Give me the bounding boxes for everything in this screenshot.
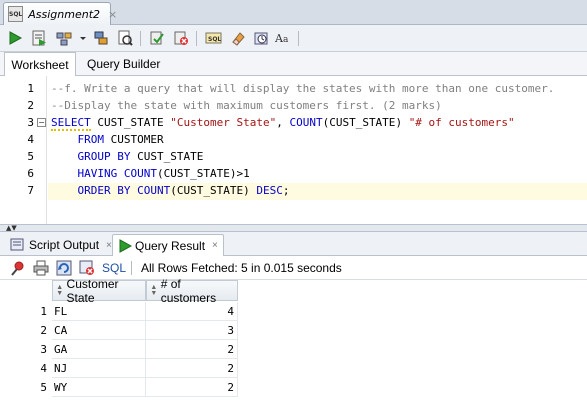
toolbar-separator [131, 261, 132, 275]
cancel-query-icon[interactable] [78, 259, 96, 277]
result-grid[interactable]: ▲ ▼ Customer State ▲ ▼ # of customers 1 FL 4… [0, 277, 587, 407]
line-number: 5 [27, 150, 34, 163]
svg-text:SQL: SQL [208, 36, 221, 43]
column-header-label: # of customers [160, 276, 217, 305]
code-line-4: FROM CUSTOMER [77, 133, 164, 146]
toolbar-separator [140, 31, 141, 46]
panel-splitter[interactable]: ▲▼ [0, 224, 587, 232]
sql-file-icon: SQL [8, 6, 24, 22]
worksheet-toolbar: SQL Aa [0, 25, 587, 52]
code-line-3: SELECT CUST_STATE "Customer State", COUN… [51, 116, 515, 129]
row-number: 2 [40, 324, 47, 337]
document-tab-strip: SQL Assignment2 × [0, 0, 587, 25]
row-number: 5 [40, 381, 47, 394]
sql-editor[interactable]: 1 2 3 4 5 6 7 − --f. Write a query that … [0, 76, 587, 224]
sort-icon[interactable]: ▲ ▼ [56, 284, 64, 297]
toolbar-separator [298, 31, 299, 46]
line-number: 4 [27, 133, 34, 146]
tab-query-builder[interactable]: Query Builder [87, 52, 160, 76]
line-number: 2 [27, 99, 34, 112]
cell-customer-count[interactable]: 2 [146, 359, 238, 378]
row-number: 1 [40, 305, 47, 318]
line-number: 3 [27, 116, 34, 129]
sql-history-icon[interactable] [252, 29, 270, 47]
document-tab-title: Assignment2 [28, 7, 101, 21]
line-number: 1 [27, 82, 34, 95]
cell-customer-state[interactable]: WY [52, 378, 146, 397]
editor-subtabs: Worksheet Query Builder [0, 52, 587, 76]
cell-customer-state[interactable]: FL [52, 302, 146, 321]
format-case-icon[interactable]: Aa [274, 29, 292, 47]
sql-tuning-advisor-icon[interactable] [116, 29, 134, 47]
cell-customer-state[interactable]: GA [52, 340, 146, 359]
row-number: 3 [40, 343, 47, 356]
run-script-icon[interactable] [30, 29, 48, 47]
svg-text:a: a [283, 35, 289, 45]
cell-customer-count[interactable]: 3 [146, 321, 238, 340]
cell-customer-state[interactable]: NJ [52, 359, 146, 378]
clear-eraser-icon[interactable] [229, 29, 247, 47]
autotrace-icon[interactable] [55, 29, 73, 47]
code-line-2: --Display the state with maximum custome… [51, 99, 442, 112]
column-header-label: Customer State [66, 276, 119, 305]
document-tab-assignment2[interactable]: SQL Assignment2 × [3, 2, 117, 25]
script-output-icon [10, 238, 24, 251]
commit-icon[interactable] [148, 29, 166, 47]
close-tab-icon[interactable]: × [212, 240, 218, 251]
pin-icon[interactable] [9, 259, 27, 277]
tab-query-result[interactable]: Query Result × [112, 234, 224, 256]
tab-worksheet[interactable]: Worksheet [4, 52, 76, 76]
close-tab-icon[interactable]: × [108, 8, 117, 21]
refresh-icon[interactable] [55, 259, 73, 277]
code-line-5: GROUP BY CUST_STATE [77, 150, 204, 163]
close-tab-icon[interactable]: × [106, 240, 112, 251]
column-header-customer-state[interactable]: ▲ ▼ Customer State [52, 277, 146, 305]
cell-customer-count[interactable]: 2 [146, 378, 238, 397]
code-line-1: --f. Write a query that will display the… [51, 82, 555, 95]
tab-script-output[interactable]: Script Output × [5, 234, 117, 256]
code-line-7: ORDER BY COUNT(CUST_STATE) DESC; [77, 184, 290, 197]
line-number: 6 [27, 167, 34, 180]
tab-script-output-label: Script Output [29, 238, 100, 252]
cell-customer-count[interactable]: 2 [146, 340, 238, 359]
code-line-6: HAVING COUNT(CUST_STATE)>1 [77, 167, 250, 180]
print-icon[interactable] [32, 259, 50, 277]
column-header-customer-count[interactable]: ▲ ▼ # of customers [146, 277, 238, 305]
line-number: 7 [27, 184, 34, 197]
sql-link[interactable]: SQL [102, 261, 126, 275]
cell-customer-count[interactable]: 4 [146, 302, 238, 321]
run-statement-icon[interactable] [6, 29, 24, 47]
fold-collapse-icon[interactable]: − [37, 118, 46, 127]
rollback-icon[interactable] [172, 29, 190, 47]
explain-plan-icon[interactable] [92, 29, 110, 47]
splitter-arrows-icon[interactable]: ▲▼ [6, 224, 17, 232]
toolbar-separator [196, 31, 197, 46]
tab-query-result-label: Query Result [135, 238, 206, 253]
warning-squiggle [51, 128, 91, 131]
cell-customer-state[interactable]: CA [52, 321, 146, 340]
fetch-status-text: All Rows Fetched: 5 in 0.015 seconds [141, 261, 342, 275]
dropdown-arrow-icon[interactable] [74, 29, 92, 47]
sql-worksheet-icon[interactable]: SQL [205, 29, 223, 47]
output-tabs: Script Output × Query Result × [0, 232, 587, 256]
sort-icon[interactable]: ▲ ▼ [150, 284, 158, 297]
line-number-gutter: 1 2 3 4 5 6 7 − [0, 76, 47, 224]
query-result-icon [119, 238, 132, 253]
row-number: 4 [40, 362, 47, 375]
